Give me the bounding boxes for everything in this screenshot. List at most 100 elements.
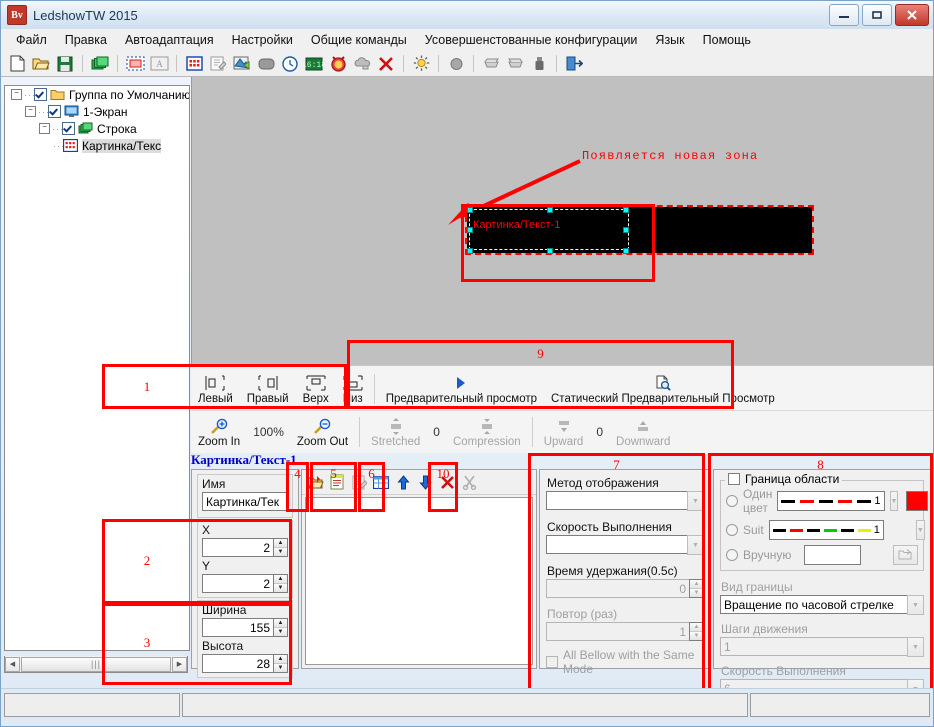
all-below-row[interactable]: All Bellow with the Same Mode	[546, 648, 704, 676]
minimize-button[interactable]	[829, 4, 859, 26]
height-stepper[interactable]: 28 ▲▼	[202, 654, 288, 673]
resize-handle[interactable]	[623, 248, 629, 254]
spin-up-icon[interactable]: ▲	[274, 619, 287, 627]
animation-icon[interactable]	[231, 53, 253, 74]
repeat-input[interactable]: 1	[546, 622, 689, 641]
new-file-icon[interactable]	[6, 53, 28, 74]
chevron-down-icon[interactable]: ▼	[907, 637, 924, 657]
border-type-combo[interactable]: Вращение по часовой стрелке ▼	[720, 595, 924, 615]
repeat-spin-buttons[interactable]: ▲▼	[689, 622, 704, 641]
menu-language[interactable]: Язык	[646, 31, 693, 49]
suit-row[interactable]: Suit 1 ▼	[726, 520, 918, 540]
tree-node-picture-text[interactable]: ···· Картинка/Текс	[5, 137, 189, 154]
scroll-right-arrow-icon[interactable]: ▶	[172, 657, 187, 672]
menu-settings[interactable]: Настройки	[223, 31, 302, 49]
stretched-button[interactable]: Stretched	[364, 411, 427, 453]
menu-help[interactable]: Помощь	[694, 31, 760, 49]
spin-down-icon[interactable]: ▼	[690, 631, 703, 640]
manual-radio[interactable]	[726, 549, 738, 561]
preview-canvas[interactable]: Появляется новая зона Картинка/Текст-1	[191, 77, 933, 365]
width-spin-buttons[interactable]: ▲▼	[273, 618, 288, 637]
upward-button[interactable]: Upward	[537, 411, 591, 453]
spin-down-icon[interactable]: ▼	[274, 663, 287, 672]
width-input[interactable]: 155	[202, 618, 273, 637]
menu-advanced-config[interactable]: Усовершенстованные конфигурации	[416, 31, 647, 49]
chevron-down-icon[interactable]: ▼	[916, 520, 925, 540]
x-spin-buttons[interactable]: ▲▼	[273, 538, 288, 557]
chevron-down-icon[interactable]: ▼	[890, 491, 899, 511]
compression-button[interactable]: Compression	[446, 411, 528, 453]
repeat-stepper[interactable]: 1 ▲▼	[546, 622, 704, 641]
spin-down-icon[interactable]: ▼	[274, 627, 287, 636]
cut-icon[interactable]	[458, 472, 480, 493]
resize-handle[interactable]	[467, 248, 473, 254]
table-icon[interactable]	[255, 53, 277, 74]
manual-row[interactable]: Вручную	[726, 545, 918, 565]
spin-up-icon[interactable]: ▲	[274, 575, 287, 583]
tree-node-line[interactable]: − ··· Строка	[5, 120, 189, 137]
x-input[interactable]: 2	[202, 538, 273, 557]
exit-icon[interactable]	[563, 53, 585, 74]
manual-input[interactable]	[804, 545, 861, 565]
border-type-input[interactable]: Вращение по часовой стрелке	[720, 595, 907, 614]
spin-up-icon[interactable]: ▲	[274, 539, 287, 547]
zoom-out-button[interactable]: Zoom Out	[290, 411, 355, 453]
speed-input[interactable]	[546, 535, 687, 554]
chevron-down-icon[interactable]: ▼	[687, 491, 704, 511]
send-left-icon[interactable]	[480, 53, 502, 74]
y-input[interactable]: 2	[202, 574, 273, 593]
one-color-row[interactable]: Один цвет 1 ▼	[726, 487, 918, 515]
steps-input[interactable]: 1	[720, 637, 907, 656]
preview-button[interactable]: Предварительный просмотр	[379, 368, 544, 410]
clock-icon[interactable]	[279, 53, 301, 74]
send-right-icon[interactable]	[504, 53, 526, 74]
move-up-icon[interactable]	[392, 472, 414, 493]
text-edit-icon[interactable]	[207, 53, 229, 74]
close-button[interactable]	[895, 4, 929, 26]
browse-folder-icon[interactable]	[893, 545, 918, 565]
hold-time-stepper[interactable]: 0 ▲▼	[546, 579, 704, 598]
chevron-down-icon[interactable]: ▼	[907, 595, 924, 615]
method-combo[interactable]: ▼	[546, 491, 704, 511]
one-color-line-preview[interactable]: 1	[777, 491, 884, 511]
spin-down-icon[interactable]: ▼	[690, 588, 703, 597]
one-color-radio[interactable]	[726, 495, 738, 507]
checkbox[interactable]	[62, 122, 75, 135]
resize-handle[interactable]	[623, 227, 629, 233]
spin-up-icon[interactable]: ▲	[690, 580, 703, 588]
add-area-icon[interactable]	[124, 53, 146, 74]
expander-icon[interactable]: −	[39, 123, 50, 134]
scrollbar-thumb[interactable]: |||	[21, 657, 171, 672]
method-input[interactable]	[546, 491, 687, 510]
checkbox[interactable]	[34, 88, 47, 101]
all-below-checkbox[interactable]	[546, 656, 558, 668]
align-left-button[interactable]: Левый	[191, 368, 240, 410]
weather-icon[interactable]	[351, 53, 373, 74]
usb-icon[interactable]	[528, 53, 550, 74]
save-icon[interactable]	[54, 53, 76, 74]
zoom-in-button[interactable]: Zoom In	[191, 411, 247, 453]
hold-spin-buttons[interactable]: ▲▼	[689, 579, 704, 598]
suit-radio[interactable]	[726, 524, 738, 536]
height-input[interactable]: 28	[202, 654, 273, 673]
resize-handle[interactable]	[547, 207, 553, 213]
brightness-icon[interactable]	[410, 53, 432, 74]
chevron-down-icon[interactable]: ▼	[687, 535, 704, 555]
resize-handle[interactable]	[467, 227, 473, 233]
align-right-button[interactable]: Правый	[240, 368, 296, 410]
resize-handle[interactable]	[623, 207, 629, 213]
digital-clock-icon[interactable]: 16:18	[303, 53, 325, 74]
circle-icon[interactable]	[445, 53, 467, 74]
hold-time-input[interactable]: 0	[546, 579, 689, 598]
scroll-left-arrow-icon[interactable]: ◀	[5, 657, 20, 672]
tree-node-default-group[interactable]: − ··· Группа по Умолчанию	[5, 86, 189, 103]
maximize-button[interactable]	[862, 4, 892, 26]
align-bottom-button[interactable]: Низ	[336, 368, 370, 410]
checkbox[interactable]	[48, 105, 61, 118]
steps-combo[interactable]: 1 ▼	[720, 637, 924, 657]
height-spin-buttons[interactable]: ▲▼	[273, 654, 288, 673]
menu-autoadapt[interactable]: Автоадаптация	[116, 31, 223, 49]
y-stepper[interactable]: 2 ▲▼	[202, 574, 288, 593]
expander-icon[interactable]: −	[25, 106, 36, 117]
downward-button[interactable]: Downward	[609, 411, 677, 453]
